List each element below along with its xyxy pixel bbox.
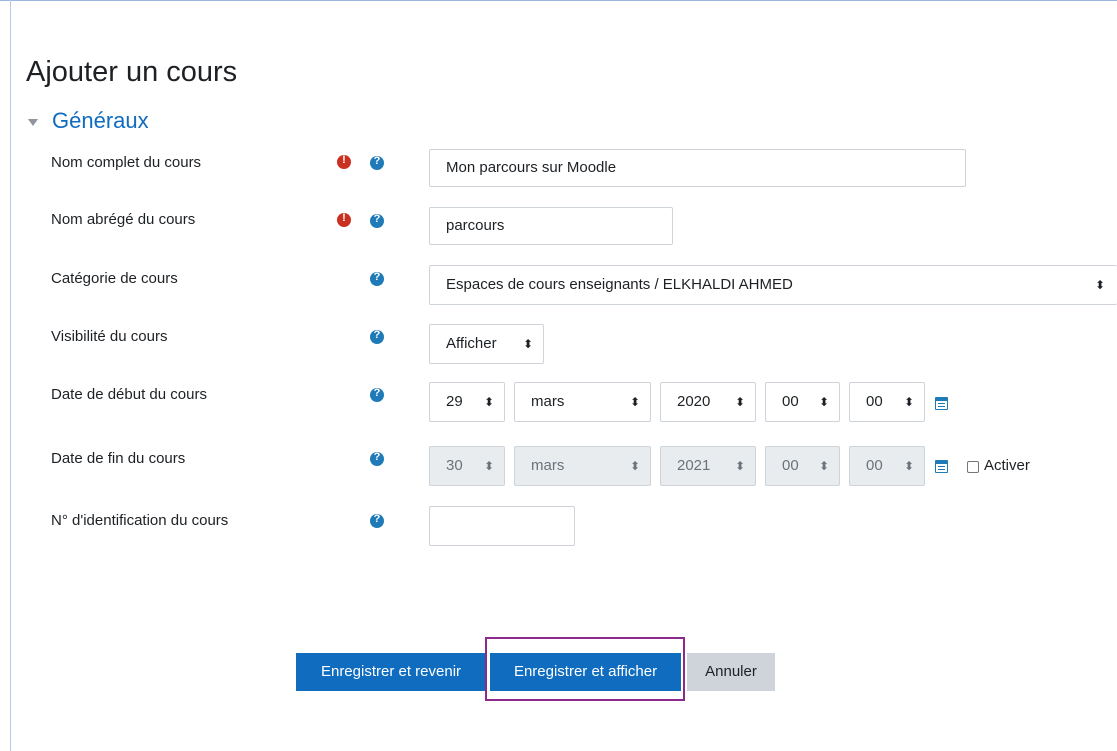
select-arrows-icon: ⬍ [734, 459, 745, 473]
startdate-year-select[interactable]: 2020 ⬍ [660, 382, 756, 422]
save-return-button[interactable]: Enregistrer et revenir [296, 653, 486, 691]
startdate-year-value: 2020 [677, 393, 711, 410]
select-arrows-icon: ⬍ [1094, 278, 1105, 292]
cancel-button[interactable]: Annuler [687, 653, 775, 691]
startdate-hour-select[interactable]: 00 ⬍ [765, 382, 840, 422]
enddate-hour-select: 00 ⬍ [765, 446, 840, 486]
collapse-triangle-icon[interactable] [28, 118, 38, 126]
select-arrows-icon: ⬍ [629, 395, 640, 409]
shortname-input[interactable]: parcours [429, 207, 673, 245]
help-icon[interactable] [370, 213, 384, 228]
enddate-enable-checkbox[interactable] [967, 461, 979, 473]
help-icon[interactable] [370, 451, 384, 466]
startdate-day-value: 29 [446, 393, 463, 410]
select-arrows-icon: ⬍ [483, 395, 494, 409]
fullname-input[interactable]: Mon parcours sur Moodle [429, 149, 966, 187]
select-arrows-icon: ⬍ [483, 459, 494, 473]
enddate-year-select: 2021 ⬍ [660, 446, 756, 486]
section-header-generaux[interactable]: Généraux [28, 108, 149, 134]
required-icon [337, 154, 351, 169]
calendar-icon[interactable] [935, 460, 948, 473]
startdate-label: Date de début du cours [51, 386, 207, 403]
highlight-annotation [485, 637, 685, 701]
enddate-month-value: mars [531, 457, 565, 474]
page-title: Ajouter un cours [26, 56, 238, 88]
enddate-month-select: mars ⬍ [514, 446, 651, 486]
enddate-minute-select: 00 ⬍ [849, 446, 925, 486]
select-arrows-icon: ⬍ [734, 395, 745, 409]
enddate-label: Date de fin du cours [51, 450, 186, 467]
startdate-hour-value: 00 [782, 393, 799, 410]
idnumber-label: N° d'identification du cours [51, 512, 229, 529]
required-icon [337, 212, 351, 227]
help-icon[interactable] [370, 387, 384, 402]
idnumber-input[interactable] [429, 506, 575, 546]
enddate-minute-value: 00 [866, 457, 883, 474]
fullname-label: Nom complet du cours [51, 154, 202, 171]
help-icon[interactable] [370, 329, 384, 344]
visibility-label: Visibilité du cours [51, 328, 168, 345]
window-top-border [0, 0, 1117, 1]
calendar-icon[interactable] [935, 397, 948, 410]
visibility-value: Afficher [446, 335, 497, 352]
visibility-select[interactable]: Afficher ⬍ [429, 324, 544, 364]
startdate-minute-value: 00 [866, 393, 883, 410]
select-arrows-icon: ⬍ [903, 459, 914, 473]
startdate-month-value: mars [531, 393, 565, 410]
enddate-day-select: 30 ⬍ [429, 446, 505, 486]
window-left-border [10, 0, 11, 751]
select-arrows-icon: ⬍ [903, 395, 914, 409]
help-icon[interactable] [370, 155, 384, 170]
select-arrows-icon: ⬍ [818, 395, 829, 409]
shortname-label: Nom abrégé du cours [51, 211, 196, 228]
startdate-minute-select[interactable]: 00 ⬍ [849, 382, 925, 422]
help-icon[interactable] [370, 513, 384, 528]
select-arrows-icon: ⬍ [818, 459, 829, 473]
section-title[interactable]: Généraux [52, 108, 149, 134]
help-icon[interactable] [370, 271, 384, 286]
category-label: Catégorie de cours [51, 270, 178, 287]
enddate-year-value: 2021 [677, 457, 711, 474]
enddate-day-value: 30 [446, 457, 463, 474]
select-arrows-icon: ⬍ [522, 337, 533, 351]
startdate-day-select[interactable]: 29 ⬍ [429, 382, 505, 422]
select-arrows-icon: ⬍ [629, 459, 640, 473]
category-select[interactable]: Espaces de cours enseignants / ELKHALDI … [429, 265, 1117, 305]
enddate-enable-label[interactable]: Activer [984, 457, 1030, 474]
enddate-hour-value: 00 [782, 457, 799, 474]
category-value: Espaces de cours enseignants / ELKHALDI … [446, 276, 793, 293]
startdate-month-select[interactable]: mars ⬍ [514, 382, 651, 422]
